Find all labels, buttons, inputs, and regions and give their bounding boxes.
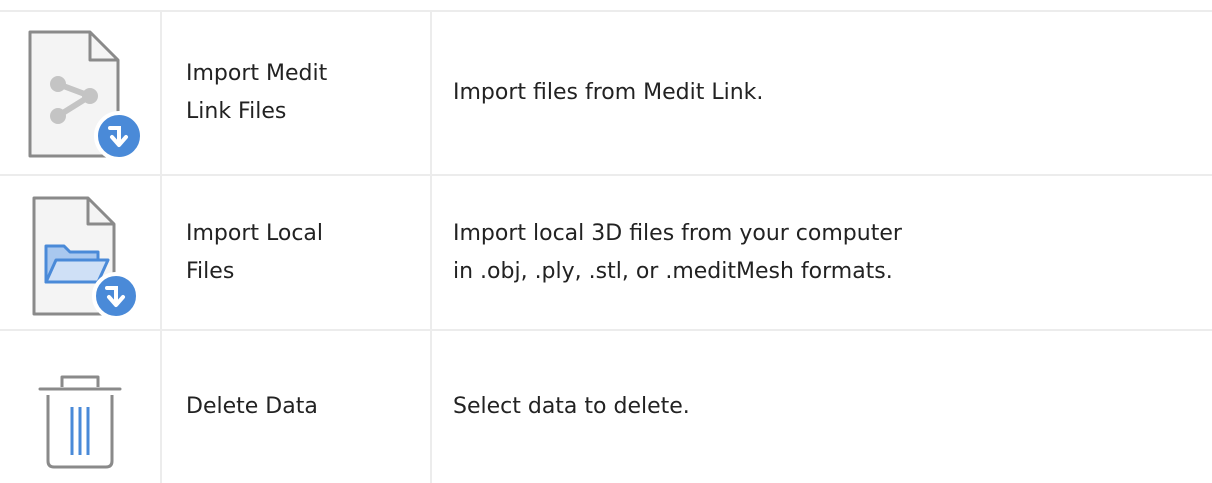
- features-table: Import Medit Link Files Import files fro…: [0, 0, 1212, 483]
- icon-cell: [0, 331, 160, 483]
- feature-name: Delete Data: [186, 394, 318, 419]
- table-row: Import Medit Link Files Import files fro…: [0, 12, 1212, 174]
- feature-description: Import files from Medit Link.: [453, 74, 763, 112]
- name-cell: Import Medit Link Files: [186, 12, 416, 174]
- icon-cell: [0, 12, 160, 174]
- feature-description: Select data to delete.: [453, 388, 690, 426]
- icon-cell: [0, 176, 160, 329]
- feature-description: Import local 3D files from your computer…: [453, 215, 902, 291]
- local-folder-import-icon: [32, 196, 140, 320]
- description-line: in .obj, .ply, .stl, or .meditMesh forma…: [453, 258, 893, 284]
- medit-link-import-icon: [28, 30, 144, 161]
- table-row: Delete Data Select data to delete.: [0, 331, 1212, 483]
- description-line: Select data to delete.: [453, 394, 690, 419]
- name-cell: Import Local Files: [186, 176, 416, 329]
- feature-name: Import Local Files: [186, 220, 324, 284]
- description-line: Import files from Medit Link.: [453, 80, 764, 105]
- feature-name: Import Medit Link Files: [186, 61, 328, 124]
- description-cell: Select data to delete.: [453, 331, 1193, 483]
- description-line: Import local 3D files from your computer: [453, 220, 902, 246]
- name-cell: Delete Data: [186, 331, 416, 483]
- trash-icon: [38, 375, 122, 469]
- description-cell: Import files from Medit Link.: [453, 12, 1193, 174]
- table-row: Import Local Files Import local 3D files…: [0, 176, 1212, 329]
- description-cell: Import local 3D files from your computer…: [453, 176, 1193, 329]
